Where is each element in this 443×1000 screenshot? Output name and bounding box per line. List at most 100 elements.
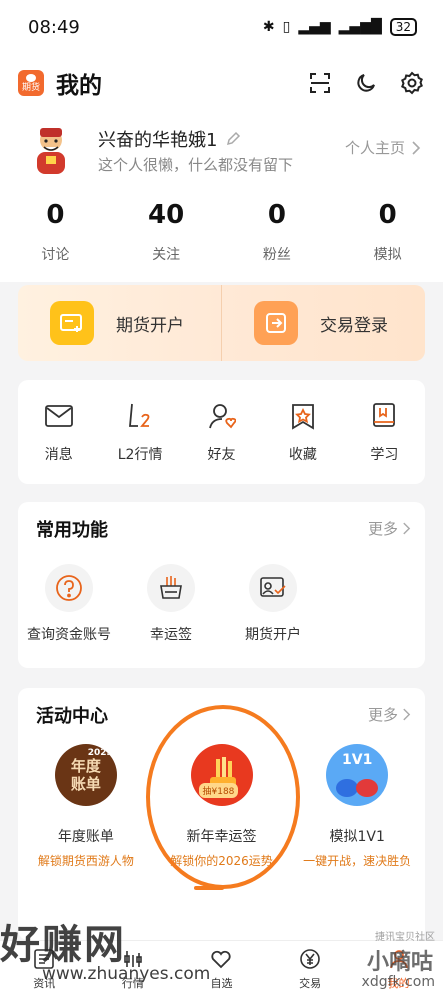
function-label: 幸运签 [150, 627, 192, 643]
status-icons: ✱ ▯ ▂▄▆ ▂▄▆█ 32 [263, 18, 417, 36]
functions-row: 查询资金账号 幸运签 期货开户 [18, 564, 324, 644]
open-account-button[interactable]: 期货开户 [18, 285, 221, 361]
signal-icon-2: ▂▄▆█ [338, 19, 382, 35]
quick-entries: 消息 L2行情 好友 收藏 学习 [18, 380, 425, 484]
stat-label: 讨论 [41, 247, 70, 263]
homepage-link-label: 个人主页 [344, 139, 405, 157]
quick-item-learning[interactable]: 学习 [344, 400, 425, 484]
chevron-right-icon [403, 708, 411, 721]
watermark-right-big: 小嘀咕 [366, 950, 433, 975]
vibrate-icon: ▯ [282, 19, 291, 35]
stat-label: 模拟 [373, 247, 402, 263]
star-icon [287, 400, 319, 432]
more-label: 更多 [367, 706, 398, 724]
trade-login-button[interactable]: 交易登录 [221, 285, 425, 361]
homepage-link[interactable]: 个人主页 [345, 137, 421, 158]
id-card-icon [249, 564, 297, 612]
quick-item-friends[interactable]: 好友 [181, 400, 262, 484]
quick-item-label: 消息 [44, 447, 73, 463]
activity-title: 年度账单 [57, 829, 114, 845]
nav-trade[interactable]: 交易 [266, 941, 355, 1000]
lucky-pot-icon [147, 564, 195, 612]
open-account-icon [50, 301, 94, 345]
page-title: 我的 [56, 73, 102, 99]
activity-subtitle: 解锁期货西游人物 [37, 854, 134, 868]
stat-value: 0 [378, 200, 397, 230]
open-account-label: 期货开户 [116, 315, 184, 336]
function-label: 期货开户 [245, 627, 301, 643]
watermark-left-url: www.zhuanyes.com [42, 964, 211, 984]
more-link[interactable]: 更多 [368, 518, 411, 539]
activity-annual-bill[interactable]: 2025 年度账单 年度账单 解锁期货西游人物 [18, 744, 154, 869]
annual-bill-image-text: 年度账单 [70, 757, 101, 793]
watermark-right-small: 捷讯宝贝社区 [375, 932, 435, 943]
watermark-right-url: xdgfk.com [361, 974, 435, 990]
function-label: 查询资金账号 [27, 627, 111, 643]
watermark-left: 好赚网 [0, 921, 126, 968]
account-bar: 期货开户 交易登录 [18, 285, 425, 361]
stat-label: 粉丝 [262, 247, 291, 263]
logo-dot [26, 74, 36, 82]
nav-label: 交易 [299, 977, 322, 990]
function-query-account[interactable]: 查询资金账号 [18, 564, 120, 644]
stat-following[interactable]: 40 关注 [111, 200, 222, 264]
book-icon [368, 400, 400, 432]
chevron-right-icon [412, 140, 421, 155]
stat-value: 0 [46, 200, 65, 230]
activity-title: 模拟1V1 [329, 829, 385, 845]
quick-item-favorites[interactable]: 收藏 [262, 400, 343, 484]
quick-item-label: 收藏 [288, 447, 317, 463]
section-title: 常用功能 [36, 520, 108, 541]
night-mode-icon[interactable] [353, 70, 379, 96]
chevron-right-icon [403, 522, 411, 535]
question-icon [45, 564, 93, 612]
bluetooth-icon: ✱ [262, 19, 275, 35]
avatar[interactable] [28, 126, 74, 178]
activity-subtitle: 一键开战，速决胜负 [303, 854, 412, 868]
quick-item-messages[interactable]: 消息 [18, 400, 99, 484]
sim-1v1-image-text: 1V1 [342, 752, 373, 768]
annotation-circle [146, 705, 300, 889]
username[interactable]: 兴奋的华艳娥1 [98, 126, 241, 152]
yen-icon [298, 947, 322, 971]
nav-label: 自选 [210, 977, 233, 990]
signal-icon: ▂▄▆ [298, 19, 331, 35]
settings-gear-icon[interactable] [399, 70, 425, 96]
function-open-account[interactable]: 期货开户 [222, 564, 324, 644]
heart-icon [209, 947, 233, 971]
annual-bill-badge: 2025 [87, 748, 113, 758]
annual-bill-image: 2025 年度账单 [54, 744, 117, 806]
stat-discussions[interactable]: 0 讨论 [0, 200, 111, 264]
section-title: 活动中心 [36, 706, 108, 727]
carousel-indicator [194, 886, 224, 890]
quick-item-label: L2行情 [117, 447, 163, 463]
quick-item-label: 学习 [370, 447, 399, 463]
l2-icon [124, 400, 156, 432]
user-bio: 这个人很懒，什么都没有留下 [98, 156, 294, 174]
sim-1v1-image: 1V1 [326, 744, 389, 806]
login-icon [254, 301, 298, 345]
app-logo: 期货 [18, 70, 44, 96]
status-bar: 08:49 ✱ ▯ ▂▄▆ ▂▄▆█ 32 [0, 0, 443, 54]
edit-pencil-icon[interactable] [225, 131, 241, 147]
activity-sim-1v1[interactable]: 1V1 模拟1V1 一键开战，速决胜负 [289, 744, 425, 869]
stat-value: 0 [267, 200, 286, 230]
header: 期货 我的 [0, 54, 443, 112]
quick-item-label: 好友 [207, 447, 236, 463]
stat-followers[interactable]: 0 粉丝 [222, 200, 333, 264]
stats-row: 0 讨论 40 关注 0 粉丝 0 模拟 [0, 200, 443, 264]
profile-card: 兴奋的华艳娥1 这个人很懒，什么都没有留下 个人主页 0 讨论 40 关注 0 … [0, 112, 443, 282]
mail-icon [43, 400, 75, 432]
status-time: 08:49 [28, 16, 80, 38]
scan-icon[interactable] [307, 70, 333, 96]
more-link[interactable]: 更多 [368, 704, 411, 725]
stat-value: 40 [148, 200, 185, 230]
stat-label: 关注 [152, 247, 181, 263]
quick-item-l2-quotes[interactable]: L2行情 [99, 400, 180, 484]
common-functions-card: 常用功能 更多 查询资金账号 幸运签 期货开户 [18, 502, 425, 668]
more-label: 更多 [367, 520, 398, 538]
friend-icon [206, 400, 238, 432]
trade-login-label: 交易登录 [320, 315, 388, 336]
function-lucky-draw[interactable]: 幸运签 [120, 564, 222, 644]
stat-simulation[interactable]: 0 模拟 [332, 200, 443, 264]
